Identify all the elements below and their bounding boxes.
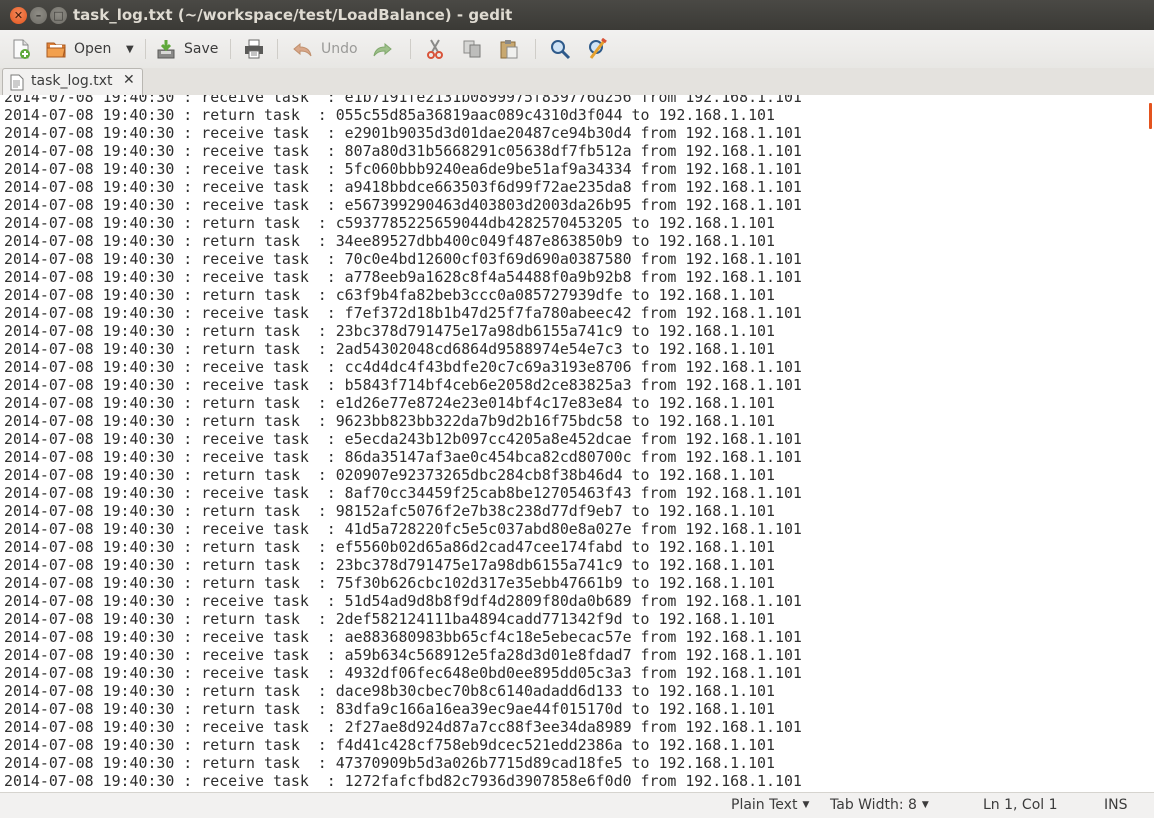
new-document-icon (13, 39, 30, 59)
toolbar: Open ▼ Save Undo (0, 30, 1154, 68)
status-bar: Plain Text ▼ Tab Width: 8 ▼ Ln 1, Col 1 IN… (0, 792, 1154, 818)
text-editor[interactable]: 2014-07-08 19:40:30 : receive task : e1b… (0, 95, 1148, 792)
chevron-down-icon: ▼ (921, 800, 929, 810)
chevron-down-icon: ▼ (126, 43, 134, 55)
find-replace-button[interactable] (587, 35, 616, 63)
text-line: 2014-07-08 19:40:30 : receive task : 41d… (4, 520, 802, 538)
copy-icon (463, 40, 481, 58)
title-bar: ✕ – □ task_log.txt (~/workspace/test/Loa… (0, 0, 1154, 30)
scissors-icon (427, 39, 443, 59)
copy-button[interactable] (461, 35, 490, 63)
save-button-label: Save (184, 41, 219, 57)
folder-open-icon (46, 42, 66, 58)
redo-icon (373, 42, 392, 57)
undo-icon (293, 42, 312, 57)
text-line: 2014-07-08 19:40:30 : return task : 23bc… (4, 322, 775, 340)
window-title: task_log.txt (~/workspace/test/LoadBalan… (73, 6, 513, 24)
text-line: 2014-07-08 19:40:30 : return task : 34ee… (4, 232, 775, 250)
text-line: 2014-07-08 19:40:30 : receive task : e1b… (4, 95, 802, 106)
paste-icon (500, 40, 518, 59)
text-line: 2014-07-08 19:40:30 : return task : 9623… (4, 412, 775, 430)
new-document-button[interactable] (10, 35, 39, 63)
text-line: 2014-07-08 19:40:30 : return task : dace… (4, 682, 775, 700)
text-line: 2014-07-08 19:40:30 : receive task : 8af… (4, 484, 802, 502)
tab-width-selector[interactable]: Tab Width: 8 ▼ (830, 797, 929, 813)
text-line: 2014-07-08 19:40:30 : return task : 23bc… (4, 556, 775, 574)
undo-button[interactable]: Undo (292, 35, 358, 63)
save-icon (157, 40, 175, 59)
vertical-scrollbar[interactable] (1148, 95, 1154, 792)
close-window-button[interactable]: ✕ (10, 7, 27, 24)
undo-button-label: Undo (321, 41, 358, 57)
text-line: 2014-07-08 19:40:30 : return task : 9815… (4, 502, 775, 520)
open-button[interactable]: Open (45, 35, 111, 63)
text-line: 2014-07-08 19:40:30 : return task : 2ad5… (4, 340, 775, 358)
text-line: 2014-07-08 19:40:30 : return task : 75f3… (4, 574, 775, 592)
text-line: 2014-07-08 19:40:30 : receive task : e56… (4, 196, 802, 214)
text-line: 2014-07-08 19:40:30 : receive task : 127… (4, 772, 802, 790)
text-document-icon (10, 74, 24, 91)
language-label: Plain Text (731, 797, 798, 813)
print-button[interactable] (243, 35, 272, 63)
text-line: 2014-07-08 19:40:30 : return task : f4d4… (4, 736, 775, 754)
insert-mode: INS (1104, 797, 1128, 813)
text-line: 2014-07-08 19:40:30 : receive task : e29… (4, 124, 802, 142)
text-line: 2014-07-08 19:40:30 : receive task : ae8… (4, 628, 802, 646)
text-line: 2014-07-08 19:40:30 : receive task : a77… (4, 268, 802, 286)
text-line: 2014-07-08 19:40:30 : receive task : 70c… (4, 250, 802, 268)
tab-close-icon[interactable]: ✕ (123, 72, 135, 88)
find-button[interactable] (549, 35, 578, 63)
open-recent-dropdown[interactable]: ▼ (126, 35, 134, 63)
find-replace-icon (589, 38, 607, 59)
text-line: 2014-07-08 19:40:30 : return task : 83df… (4, 700, 775, 718)
open-button-label: Open (74, 41, 112, 57)
text-line: 2014-07-08 19:40:30 : receive task : 807… (4, 142, 802, 160)
text-line: 2014-07-08 19:40:30 : return task : c593… (4, 214, 775, 232)
chevron-down-icon: ▼ (802, 800, 810, 810)
text-line: 2014-07-08 19:40:30 : return task : 4737… (4, 754, 775, 772)
tab-width-label: Tab Width: 8 (830, 797, 917, 813)
cut-button[interactable] (424, 35, 453, 63)
text-line: 2014-07-08 19:40:30 : receive task : cc4… (4, 358, 802, 376)
text-line: 2014-07-08 19:40:30 : receive task : f7e… (4, 304, 802, 322)
maximize-window-button[interactable]: □ (50, 7, 67, 24)
text-line: 2014-07-08 19:40:30 : receive task : 86d… (4, 448, 802, 466)
text-line: 2014-07-08 19:40:30 : return task : e1d2… (4, 394, 775, 412)
search-icon (551, 40, 571, 60)
text-line: 2014-07-08 19:40:30 : receive task : 5fc… (4, 160, 802, 178)
text-line: 2014-07-08 19:40:30 : receive task : 2f2… (4, 718, 802, 736)
text-line: 2014-07-08 19:40:30 : return task : ef55… (4, 538, 775, 556)
text-line: 2014-07-08 19:40:30 : receive task : 51d… (4, 592, 802, 610)
document-tab-bar: task_log.txt ✕ (0, 68, 1154, 96)
minimize-window-button[interactable]: – (30, 7, 47, 24)
cursor-position: Ln 1, Col 1 (983, 797, 1058, 813)
tab-label: task_log.txt (31, 73, 113, 89)
redo-button[interactable] (371, 35, 400, 63)
text-line: 2014-07-08 19:40:30 : receive task : a94… (4, 178, 802, 196)
text-line: 2014-07-08 19:40:30 : return task : 2def… (4, 610, 775, 628)
text-line: 2014-07-08 19:40:30 : receive task : e5e… (4, 430, 802, 448)
text-line: 2014-07-08 19:40:30 : return task : 055c… (4, 106, 775, 124)
text-line: 2014-07-08 19:40:30 : return task : c63f… (4, 286, 775, 304)
text-line: 2014-07-08 19:40:30 : receive task : b58… (4, 376, 802, 394)
scrollbar-thumb[interactable] (1149, 103, 1152, 129)
language-selector[interactable]: Plain Text ▼ (731, 797, 809, 813)
text-line: 2014-07-08 19:40:30 : receive task : 493… (4, 664, 802, 682)
paste-button[interactable] (498, 35, 527, 63)
text-line: 2014-07-08 19:40:30 : return task : 0209… (4, 466, 775, 484)
tab-task-log[interactable]: task_log.txt ✕ (2, 68, 143, 95)
save-button[interactable]: Save (155, 35, 218, 63)
text-line: 2014-07-08 19:40:30 : receive task : a59… (4, 646, 802, 664)
editor-text: 2014-07-08 19:40:30 : receive task : e1b… (4, 95, 802, 792)
print-icon (245, 39, 263, 59)
